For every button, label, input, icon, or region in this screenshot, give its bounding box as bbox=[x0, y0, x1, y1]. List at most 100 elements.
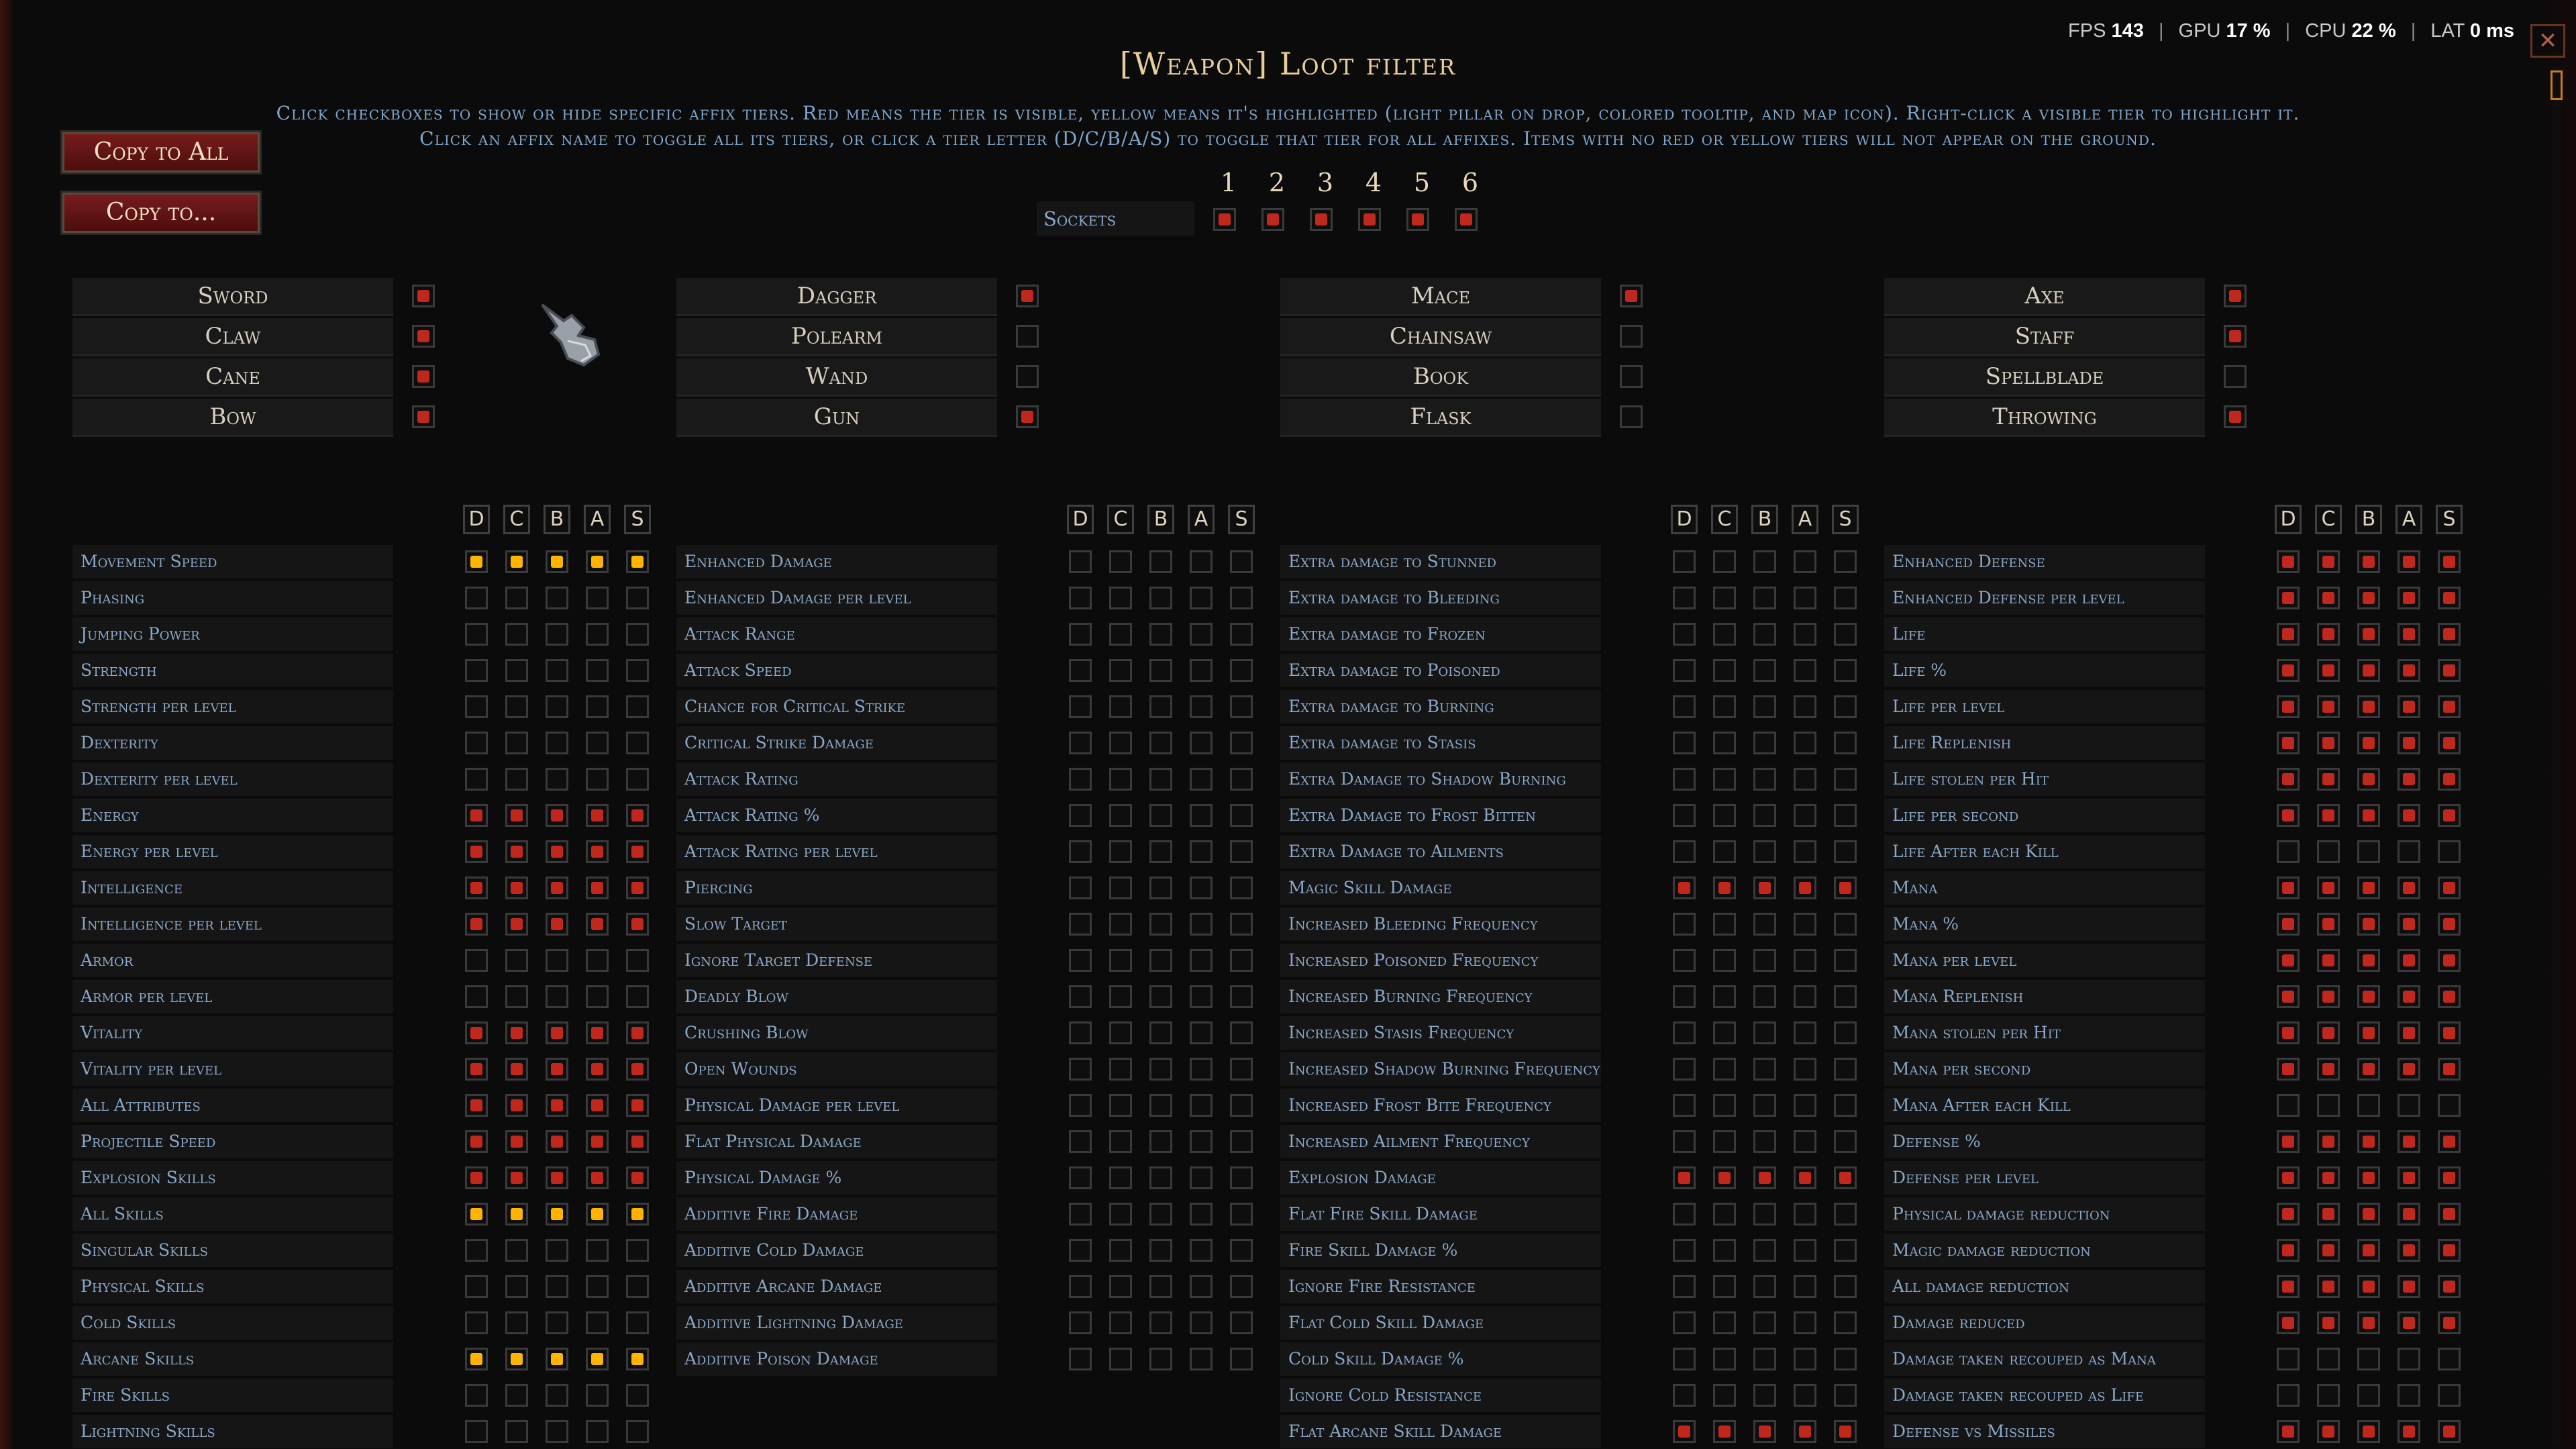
affix-vitality-tier-c-checkbox[interactable] bbox=[505, 1021, 528, 1044]
affix-life-per-second-tier-a-checkbox[interactable] bbox=[2398, 804, 2420, 827]
affix-life-per-level-label[interactable]: Life per level bbox=[1884, 690, 2205, 723]
affix-dexterity-tier-s-checkbox[interactable] bbox=[626, 732, 649, 754]
affix-attack-range-label[interactable]: Attack Range bbox=[676, 617, 997, 651]
affix-defense-pct-tier-d-checkbox[interactable] bbox=[2277, 1130, 2300, 1153]
affix-physical-damage-per-level-label[interactable]: Physical Damage per level bbox=[676, 1089, 997, 1122]
affix-life-after-each-kill-tier-c-checkbox[interactable] bbox=[2317, 840, 2340, 863]
affix-extra-damage-to-burning-tier-c-checkbox[interactable] bbox=[1713, 695, 1736, 718]
affix-ignore-cold-resistance-tier-d-checkbox[interactable] bbox=[1673, 1384, 1696, 1407]
affix-movement-speed-tier-s-checkbox[interactable] bbox=[626, 550, 649, 573]
affix-lightning-skills-tier-s-checkbox[interactable] bbox=[626, 1420, 649, 1443]
affix-explosion-damage-tier-b-checkbox[interactable] bbox=[1753, 1166, 1776, 1189]
affix-piercing-tier-a-checkbox[interactable] bbox=[1190, 877, 1213, 899]
affix-mana-after-each-kill-tier-d-checkbox[interactable] bbox=[2277, 1094, 2300, 1117]
affix-damage-taken-recouped-as-mana-tier-c-checkbox[interactable] bbox=[2317, 1348, 2340, 1370]
affix-critical-strike-damage-tier-c-checkbox[interactable] bbox=[1109, 732, 1132, 754]
affix-vitality-tier-b-checkbox[interactable] bbox=[546, 1021, 568, 1044]
affix-mana-per-second-tier-s-checkbox[interactable] bbox=[2438, 1058, 2461, 1081]
affix-extra-damage-to-frozen-tier-s-checkbox[interactable] bbox=[1834, 623, 1857, 646]
affix-mana-after-each-kill-tier-s-checkbox[interactable] bbox=[2438, 1094, 2461, 1117]
affix-additive-poison-damage-tier-c-checkbox[interactable] bbox=[1109, 1348, 1132, 1370]
affix-magic-damage-reduction-tier-b-checkbox[interactable] bbox=[2357, 1239, 2380, 1262]
affix-vitality-tier-d-checkbox[interactable] bbox=[465, 1021, 488, 1044]
affix-strength-per-level-tier-s-checkbox[interactable] bbox=[626, 695, 649, 718]
affix-flat-physical-damage-tier-s-checkbox[interactable] bbox=[1230, 1130, 1253, 1153]
weapon-chainsaw-label[interactable]: Chainsaw bbox=[1280, 318, 1601, 356]
affix-flat-fire-skill-damage-label[interactable]: Flat Fire Skill Damage bbox=[1280, 1197, 1601, 1231]
tier-c-header[interactable]: C bbox=[1711, 505, 1738, 534]
affix-increased-bleeding-frequency-tier-d-checkbox[interactable] bbox=[1673, 913, 1696, 936]
affix-energy-per-level-tier-c-checkbox[interactable] bbox=[505, 840, 528, 863]
affix-damage-taken-recouped-as-life-tier-s-checkbox[interactable] bbox=[2438, 1384, 2461, 1407]
affix-fire-skill-damage-pct-tier-c-checkbox[interactable] bbox=[1713, 1239, 1736, 1262]
affix-ignore-fire-resistance-tier-d-checkbox[interactable] bbox=[1673, 1275, 1696, 1298]
tier-b-header[interactable]: B bbox=[1147, 505, 1174, 534]
affix-projectile-speed-label[interactable]: Projectile Speed bbox=[72, 1125, 393, 1158]
affix-life-pct-tier-a-checkbox[interactable] bbox=[2398, 659, 2420, 682]
affix-all-skills-tier-a-checkbox[interactable] bbox=[586, 1203, 609, 1226]
affix-extra-damage-to-stunned-tier-a-checkbox[interactable] bbox=[1794, 550, 1816, 573]
affix-vitality-per-level-label[interactable]: Vitality per level bbox=[72, 1052, 393, 1086]
affix-increased-bleeding-frequency-tier-b-checkbox[interactable] bbox=[1753, 913, 1776, 936]
affix-defense-per-level-tier-s-checkbox[interactable] bbox=[2438, 1166, 2461, 1189]
weapon-book-label[interactable]: Book bbox=[1280, 358, 1601, 397]
weapon-mace-label[interactable]: Mace bbox=[1280, 278, 1601, 316]
affix-enhanced-damage-label[interactable]: Enhanced Damage bbox=[676, 545, 997, 579]
affix-physical-damage-pct-tier-c-checkbox[interactable] bbox=[1109, 1166, 1132, 1189]
affix-lightning-skills-tier-c-checkbox[interactable] bbox=[505, 1420, 528, 1443]
affix-phasing-tier-a-checkbox[interactable] bbox=[586, 587, 609, 609]
affix-mana-tier-d-checkbox[interactable] bbox=[2277, 877, 2300, 899]
affix-extra-damage-to-burning-label[interactable]: Extra damage to Burning bbox=[1280, 690, 1601, 723]
affix-extra-damage-to-burning-tier-b-checkbox[interactable] bbox=[1753, 695, 1776, 718]
affix-life-after-each-kill-tier-a-checkbox[interactable] bbox=[2398, 840, 2420, 863]
affix-dexterity-per-level-tier-d-checkbox[interactable] bbox=[465, 768, 488, 791]
affix-flat-physical-damage-tier-d-checkbox[interactable] bbox=[1069, 1130, 1092, 1153]
affix-extra-damage-to-ailments-label[interactable]: Extra Damage to Ailments bbox=[1280, 835, 1601, 868]
affix-flat-physical-damage-tier-a-checkbox[interactable] bbox=[1190, 1130, 1213, 1153]
affix-cold-skill-damage-pct-tier-s-checkbox[interactable] bbox=[1834, 1348, 1857, 1370]
affix-dexterity-per-level-tier-a-checkbox[interactable] bbox=[586, 768, 609, 791]
affix-mana-tier-a-checkbox[interactable] bbox=[2398, 877, 2420, 899]
tier-c-header[interactable]: C bbox=[503, 505, 530, 534]
affix-extra-damage-to-frozen-tier-b-checkbox[interactable] bbox=[1753, 623, 1776, 646]
affix-flat-cold-skill-damage-tier-b-checkbox[interactable] bbox=[1753, 1311, 1776, 1334]
affix-cold-skills-tier-c-checkbox[interactable] bbox=[505, 1311, 528, 1334]
affix-explosion-skills-label[interactable]: Explosion Skills bbox=[72, 1161, 393, 1195]
affix-mana-per-level-tier-a-checkbox[interactable] bbox=[2398, 949, 2420, 972]
affix-extra-damage-to-stunned-label[interactable]: Extra damage to Stunned bbox=[1280, 545, 1601, 579]
affix-extra-damage-to-frost-bitten-tier-d-checkbox[interactable] bbox=[1673, 804, 1696, 827]
affix-life-tier-c-checkbox[interactable] bbox=[2317, 623, 2340, 646]
affix-fire-skills-tier-d-checkbox[interactable] bbox=[465, 1384, 488, 1407]
affix-extra-damage-to-frozen-tier-d-checkbox[interactable] bbox=[1673, 623, 1696, 646]
affix-physical-damage-per-level-tier-c-checkbox[interactable] bbox=[1109, 1094, 1132, 1117]
affix-enhanced-damage-tier-c-checkbox[interactable] bbox=[1109, 550, 1132, 573]
affix-fire-skill-damage-pct-tier-d-checkbox[interactable] bbox=[1673, 1239, 1696, 1262]
affix-increased-ailment-frequency-tier-c-checkbox[interactable] bbox=[1713, 1130, 1736, 1153]
affix-critical-strike-damage-label[interactable]: Critical Strike Damage bbox=[676, 726, 997, 760]
affix-armor-per-level-label[interactable]: Armor per level bbox=[72, 980, 393, 1013]
affix-ignore-cold-resistance-tier-c-checkbox[interactable] bbox=[1713, 1384, 1736, 1407]
affix-mana-replenish-tier-d-checkbox[interactable] bbox=[2277, 985, 2300, 1008]
affix-explosion-skills-tier-d-checkbox[interactable] bbox=[465, 1166, 488, 1189]
affix-dexterity-tier-b-checkbox[interactable] bbox=[546, 732, 568, 754]
affix-additive-fire-damage-tier-d-checkbox[interactable] bbox=[1069, 1203, 1092, 1226]
affix-strength-tier-s-checkbox[interactable] bbox=[626, 659, 649, 682]
affix-mana-after-each-kill-tier-c-checkbox[interactable] bbox=[2317, 1094, 2340, 1117]
copy-to-all-button[interactable]: Copy to All bbox=[60, 130, 262, 174]
affix-critical-strike-damage-tier-b-checkbox[interactable] bbox=[1149, 732, 1172, 754]
socket-2-checkbox[interactable] bbox=[1261, 208, 1284, 231]
affix-mana-stolen-per-hit-label[interactable]: Mana stolen per Hit bbox=[1884, 1016, 2205, 1050]
tier-a-header[interactable]: A bbox=[1792, 505, 1818, 534]
affix-all-attributes-tier-d-checkbox[interactable] bbox=[465, 1094, 488, 1117]
affix-extra-damage-to-frost-bitten-tier-a-checkbox[interactable] bbox=[1794, 804, 1816, 827]
affix-life-per-level-tier-s-checkbox[interactable] bbox=[2438, 695, 2461, 718]
affix-lightning-skills-tier-b-checkbox[interactable] bbox=[546, 1420, 568, 1443]
affix-magic-damage-reduction-label[interactable]: Magic damage reduction bbox=[1884, 1234, 2205, 1267]
affix-life-pct-tier-s-checkbox[interactable] bbox=[2438, 659, 2461, 682]
affix-life-replenish-tier-a-checkbox[interactable] bbox=[2398, 732, 2420, 754]
weapon-chainsaw-checkbox[interactable] bbox=[1620, 325, 1643, 348]
affix-singular-skills-tier-b-checkbox[interactable] bbox=[546, 1239, 568, 1262]
weapon-polearm-label[interactable]: Polearm bbox=[676, 318, 997, 356]
affix-physical-damage-pct-tier-b-checkbox[interactable] bbox=[1149, 1166, 1172, 1189]
affix-magic-skill-damage-tier-c-checkbox[interactable] bbox=[1713, 877, 1736, 899]
